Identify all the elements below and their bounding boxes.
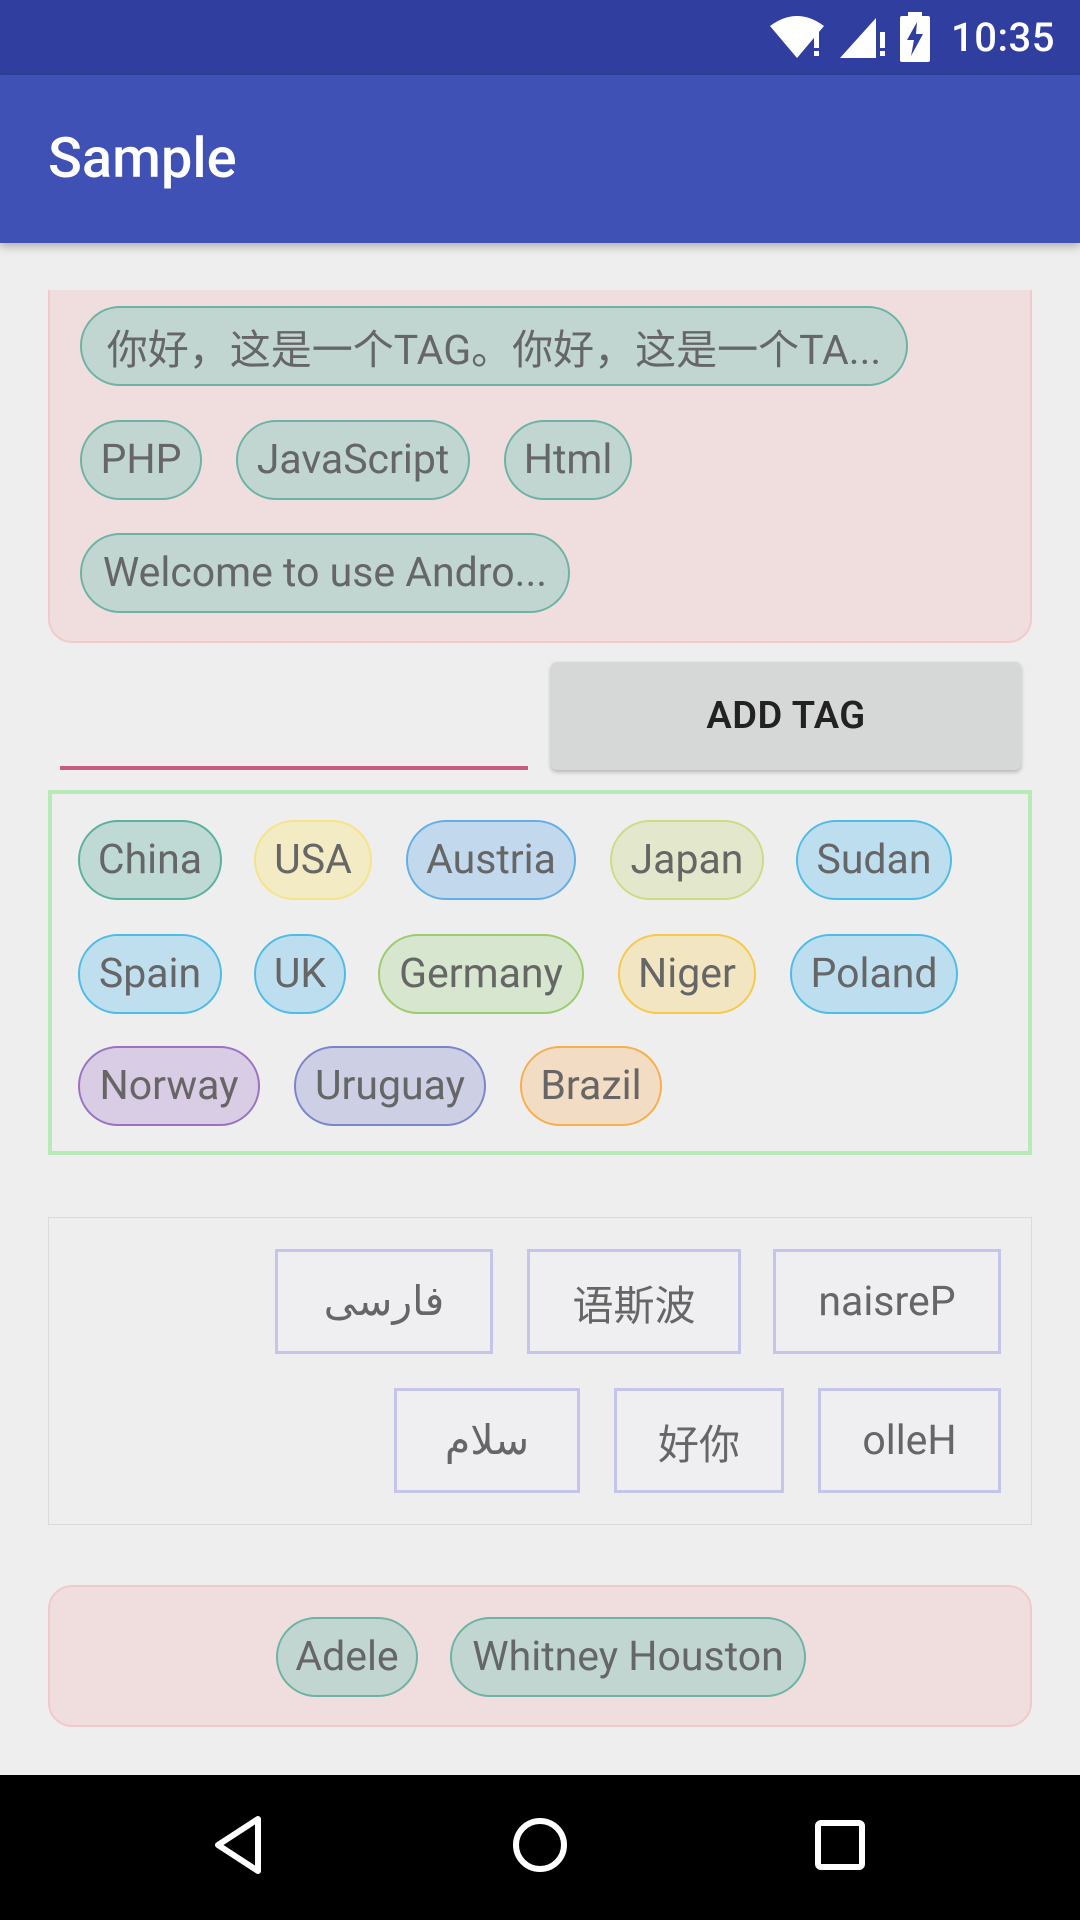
tag-group-4: Adele Whitney Houston bbox=[48, 1585, 1032, 1727]
tag-group-1: 你好，这是一个TAG。你好，这是一个TA... PHP JavaScript H… bbox=[48, 290, 1032, 643]
app-title: Sample bbox=[48, 125, 237, 191]
tag-chip[interactable]: naisreP bbox=[773, 1249, 1001, 1354]
tag-chip-poland[interactable]: Poland bbox=[790, 934, 958, 1014]
tag-chip[interactable]: 语斯波 bbox=[527, 1249, 741, 1354]
tag-chip-sudan[interactable]: Sudan bbox=[796, 820, 952, 900]
tag-group-2: China USA Austria Japan Sudan Spain UK G… bbox=[48, 790, 1032, 1155]
status-time: 10:35 bbox=[951, 14, 1055, 61]
tag-chip[interactable]: olleH bbox=[818, 1388, 1001, 1493]
tag-chip[interactable]: 你好，这是一个TAG。你好，这是一个TA... bbox=[80, 306, 908, 386]
tag-chip[interactable]: Welcome to use Andro... bbox=[80, 533, 570, 613]
tag-chip-norway[interactable]: Norway bbox=[78, 1046, 260, 1126]
tag-chip-uk[interactable]: UK bbox=[254, 934, 346, 1014]
input-underline bbox=[60, 766, 528, 770]
home-button[interactable] bbox=[500, 1807, 580, 1887]
app-bar: Sample bbox=[0, 75, 1080, 243]
add-tag-button[interactable]: ADD TAG bbox=[551, 662, 1021, 770]
tag-group-3: فارسی 语斯波 naisreP سلام 好你 olleH bbox=[48, 1217, 1032, 1525]
tag-chip-spain[interactable]: Spain bbox=[78, 934, 222, 1014]
back-icon bbox=[208, 1813, 272, 1881]
signal-icon bbox=[838, 14, 888, 64]
status-bar: 10:35 bbox=[0, 0, 1080, 75]
tag-chip-brazil[interactable]: Brazil bbox=[520, 1046, 662, 1126]
tag-chip-japan[interactable]: Japan bbox=[610, 820, 764, 900]
back-button[interactable] bbox=[200, 1807, 280, 1887]
battery-charging-icon bbox=[900, 12, 930, 66]
tag-chip-uruguay[interactable]: Uruguay bbox=[294, 1046, 486, 1126]
recents-button[interactable] bbox=[800, 1807, 880, 1887]
tag-chip[interactable]: فارسی bbox=[275, 1249, 493, 1354]
tag-chip[interactable]: Html bbox=[504, 420, 632, 500]
tag-input[interactable] bbox=[60, 660, 528, 770]
navigation-bar bbox=[0, 1775, 1080, 1920]
tag-chip[interactable]: سلام bbox=[394, 1388, 580, 1493]
tag-chip-germany[interactable]: Germany bbox=[378, 934, 584, 1014]
tag-chip-usa[interactable]: USA bbox=[254, 820, 372, 900]
tag-chip[interactable]: Whitney Houston bbox=[450, 1617, 806, 1697]
tag-chip-austria[interactable]: Austria bbox=[406, 820, 576, 900]
status-icons bbox=[768, 12, 930, 66]
tag-chip[interactable]: 好你 bbox=[614, 1388, 784, 1493]
tag-chip-china[interactable]: China bbox=[78, 820, 222, 900]
home-icon bbox=[508, 1813, 572, 1881]
tag-chip-niger[interactable]: Niger bbox=[618, 934, 756, 1014]
recents-icon bbox=[808, 1813, 872, 1881]
tag-chip[interactable]: JavaScript bbox=[236, 420, 470, 500]
wifi-icon bbox=[768, 14, 826, 64]
tag-chip[interactable]: Adele bbox=[276, 1617, 418, 1697]
tag-chip[interactable]: PHP bbox=[80, 420, 202, 500]
